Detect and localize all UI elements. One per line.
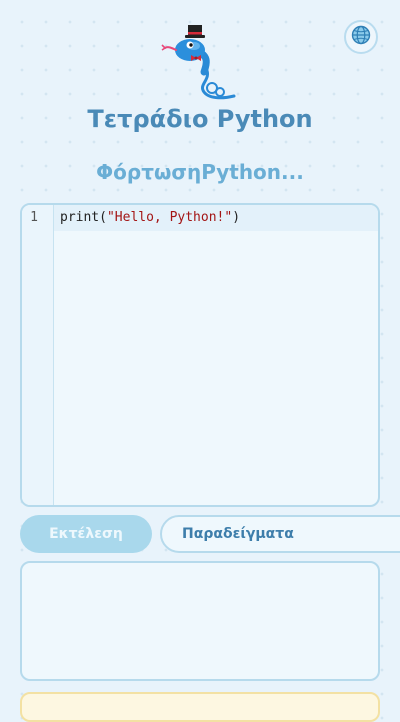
python-snake-mascot-icon	[160, 22, 242, 102]
run-button[interactable]: Εκτέλεση	[20, 515, 152, 553]
code-editor[interactable]: 1 print("Hello, Python!")	[20, 203, 380, 507]
language-button[interactable]	[344, 20, 378, 54]
globe-icon	[351, 25, 371, 49]
code-token-call: print(	[60, 210, 107, 225]
output-panel	[20, 561, 380, 681]
code-token-call-close: )	[232, 210, 241, 225]
app-title: Τετράδιο Python	[87, 105, 313, 133]
code-line[interactable]: print("Hello, Python!")	[60, 210, 240, 225]
code-token-string: "Hello, Python!"	[106, 210, 233, 225]
line-number: 1	[30, 210, 38, 225]
loading-status: ΦόρτωσηPython...	[96, 160, 304, 184]
line-number-gutter: 1	[22, 205, 54, 505]
notice-panel	[20, 692, 380, 722]
examples-dropdown[interactable]: Παραδείγματα	[160, 515, 400, 553]
examples-label: Παραδείγματα	[182, 526, 294, 542]
